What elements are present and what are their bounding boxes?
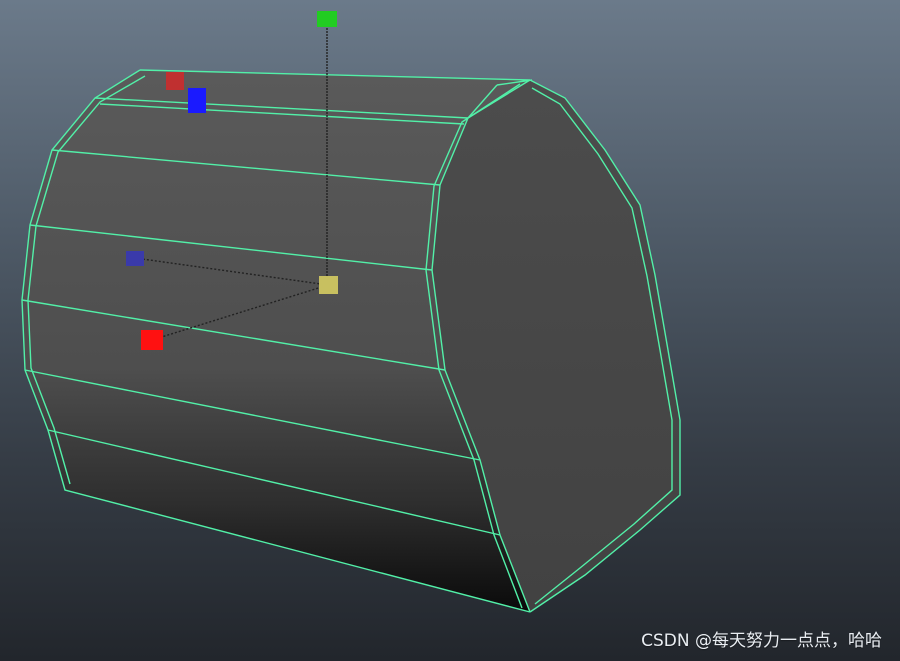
- scene-canvas[interactable]: [0, 0, 900, 661]
- z-axis-handle[interactable]: [126, 251, 144, 266]
- watermark: CSDN @每天努力一点点，哈哈: [641, 631, 882, 651]
- rotate-blue-handle[interactable]: [188, 88, 206, 113]
- y-axis-handle[interactable]: [317, 11, 337, 27]
- x-axis-handle[interactable]: [141, 330, 163, 350]
- pivot-center-handle[interactable]: [319, 276, 338, 294]
- rotate-red-handle[interactable]: [166, 72, 184, 90]
- 3d-viewport[interactable]: CSDN @每天努力一点点，哈哈: [0, 0, 900, 661]
